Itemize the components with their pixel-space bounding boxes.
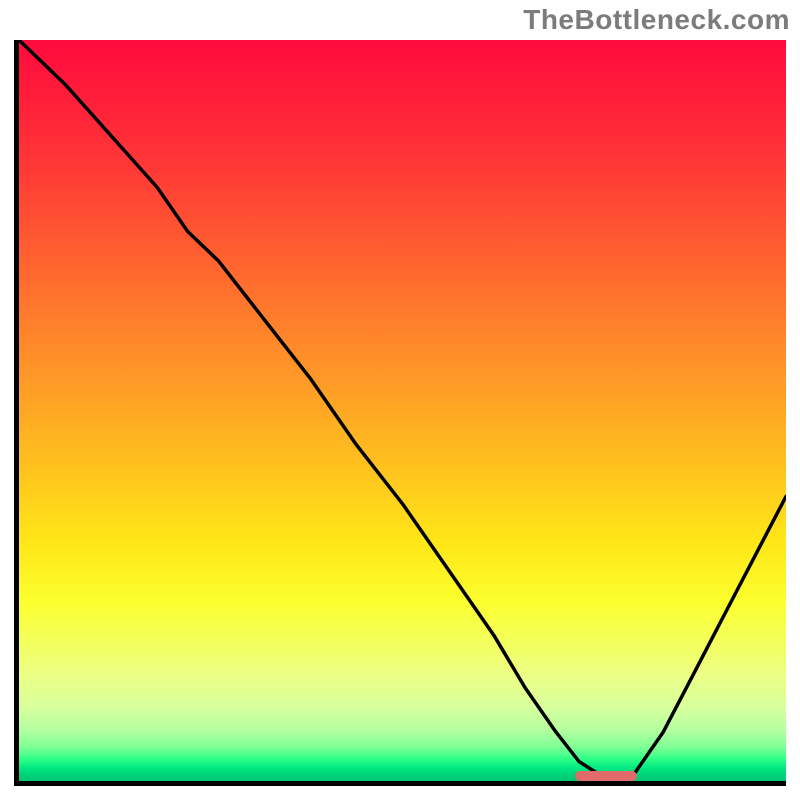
- optimal-range-marker: [575, 771, 637, 781]
- bottleneck-curve: [19, 40, 786, 776]
- watermark-text: TheBottleneck.com: [523, 4, 790, 36]
- chart-frame: TheBottleneck.com: [0, 0, 800, 800]
- plot-area: [14, 40, 786, 786]
